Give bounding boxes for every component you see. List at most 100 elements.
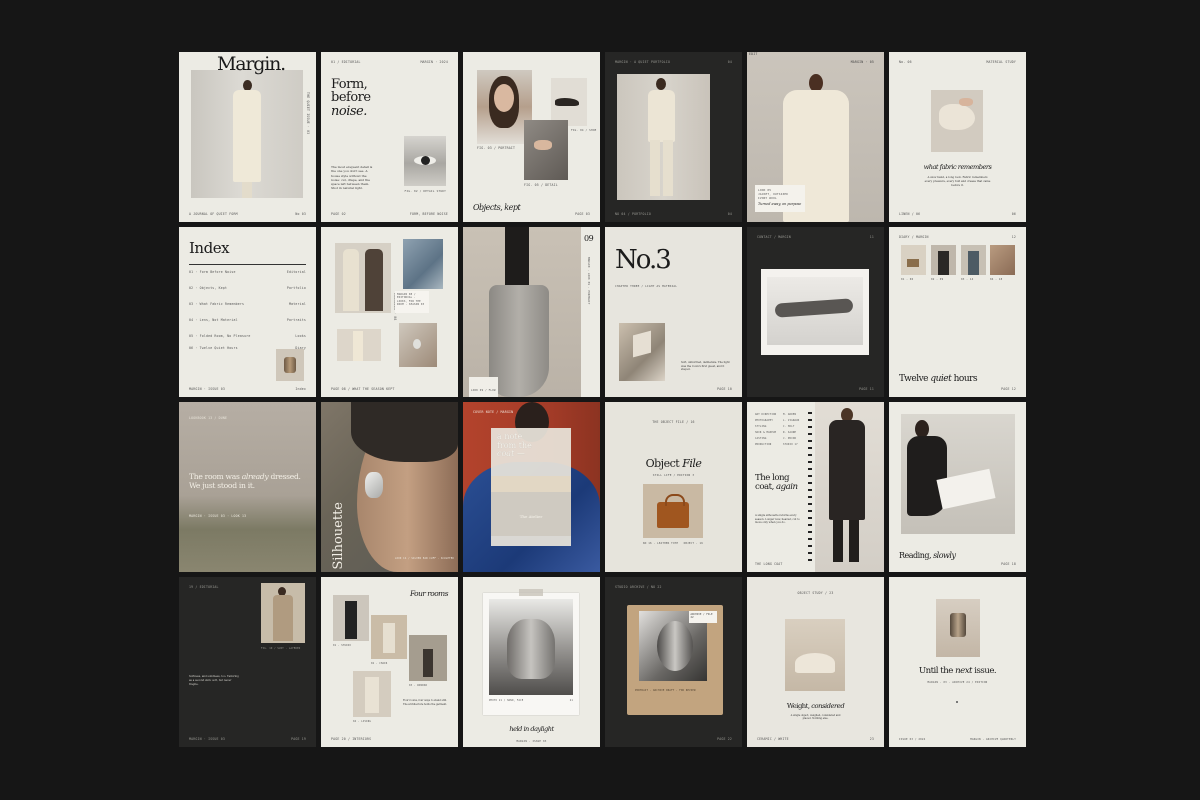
page-index[interactable]: Index 01 · Form Before Noise Editorial 02…	[179, 227, 316, 397]
reading-photo	[901, 414, 1015, 534]
caption: FIG. 19 / SUIT · LAYERED	[261, 647, 301, 650]
page-twelve-hours[interactable]: DIARY / MARGIN 12 01 · 06 02 · 09 03 · 1…	[889, 227, 1026, 397]
headline: Reading, slowly	[899, 551, 956, 560]
footer: PAGE 03	[575, 212, 590, 216]
shadow-photo	[619, 323, 665, 381]
sub-label: STILL LIFE / EDITION 3	[652, 473, 695, 477]
room-caption: 04 · LIVING	[353, 720, 372, 723]
reclining-photo	[761, 269, 869, 355]
index-row[interactable]: 02 · Objects, Kept Portfolio	[189, 286, 306, 291]
frame-caption: 21	[569, 699, 573, 702]
ceramic-photo	[785, 619, 845, 691]
page-editorial-dark[interactable]: 19 / EDITORIAL FIG. 19 / SUIT · LAYERED …	[179, 577, 316, 747]
dot-icon	[956, 701, 958, 703]
page-cover[interactable]: Margin. THE QUIET ISSUE · 03 A JOURNAL O…	[179, 52, 316, 222]
page-dune[interactable]: LOOKBOOK 13 / DUNE The room was already …	[179, 402, 316, 572]
footer-right: MARGIN · ARCHIVE QUARTERLY	[970, 738, 1016, 741]
page-object-file[interactable]: THE OBJECT FILE / 16 Object File STILL L…	[605, 402, 742, 572]
thumb-photo	[901, 245, 926, 275]
page-label: OBJECT STUDY / 23	[797, 591, 834, 595]
suit-photo	[617, 74, 710, 200]
skirt-photo	[463, 227, 581, 397]
cuff-photo	[936, 599, 980, 657]
eye-photo	[404, 136, 446, 186]
caption: FIG. 04 / SHOE	[571, 128, 597, 132]
index-row[interactable]: 05 · Folded Room, No Pleasure Looks	[189, 334, 306, 339]
page-label: STUDIO ARCHIVE / NO 22	[615, 585, 662, 589]
hand-frame: PHOTO 21 / HAND, FACE 21	[483, 593, 579, 715]
headline: Until the next issue.	[918, 666, 997, 676]
footer: MARGIN · ISSUE 03	[516, 740, 547, 743]
footer: PAGE 20 / INTERIORS	[331, 737, 372, 741]
page-lookbook-collage[interactable]: LOOKBOOK · 08 MARGIN 08 / EDITORIAL · LO…	[321, 227, 458, 397]
fabric-photo	[931, 90, 983, 152]
page-held-daylight[interactable]: PHOTO 21 / HAND, FACE 21 held in dayligh…	[463, 577, 600, 747]
footer-left: MARGIN · ISSUE 03	[189, 387, 226, 391]
page-label: CONTACT / MARGIN	[757, 235, 791, 239]
page-silhouette[interactable]: Silhouette LOOK 14 / SILVER EAR CUFF · S…	[321, 402, 458, 572]
page-long-coat[interactable]: ART DIRECTION PHOTOGRAPHY STYLING HAIR &…	[747, 402, 884, 572]
footer-left: CERAMIC / WHITE	[757, 737, 789, 741]
page-reading-slowly[interactable]: Reading, slowly PAGE 18	[889, 402, 1026, 572]
page-label: 01 / EDITORIAL	[331, 60, 361, 64]
room-photo	[371, 615, 407, 659]
index-row[interactable]: 04 · Lens, Not Material Portraits	[189, 318, 306, 323]
body-text: Four rooms, four ways to stand still. Th…	[403, 699, 448, 706]
body-text: A single object, weighed, considered and…	[790, 714, 841, 721]
shoe-photo	[551, 78, 587, 126]
chapter-title: No.3	[615, 245, 672, 275]
note-card: a note from the coat — The Atelier	[491, 428, 571, 546]
page-label: DIARY / MARGIN	[899, 235, 929, 239]
body-text: A slow hand, a long look. Fabric remembe…	[924, 175, 991, 187]
footer-right: 04	[727, 212, 732, 216]
room-caption: 01 · STUDIO	[333, 644, 352, 647]
bag-photo	[643, 484, 703, 538]
body-text: A single silhouette returns every season…	[755, 514, 800, 525]
credit-names: M. ARDEN L. VIGNAUD C. HOLT R. SAUNE J. …	[783, 413, 800, 446]
page-skirt[interactable]: 09 MARGIN · LOOK 09 · PORTRAIT LOOK 09 /…	[463, 227, 600, 397]
index-title: Index	[189, 239, 230, 257]
thumb-caption: 03 · 14	[961, 278, 974, 281]
chapter-sub: CHAPTER THREE / LIGHT AS MATERIAL	[615, 284, 678, 288]
page-contact-dark[interactable]: CONTACT / MARGIN 11 PAGE 11	[747, 227, 884, 397]
page-weight-considered[interactable]: OBJECT STUDY / 23 Weight, considered A s…	[747, 577, 884, 747]
footer: PAGE 08 / WHAT THE SEASON KEPT	[331, 387, 395, 391]
credit-list: ART DIRECTION PHOTOGRAPHY STYLING HAIR &…	[755, 413, 777, 446]
footer-right: FORM, BEFORE NOISE	[409, 212, 448, 216]
headline: Object File	[645, 457, 702, 470]
page-next-issue[interactable]: Until the next issue. MARGIN · 03 · ARCH…	[889, 577, 1026, 747]
page-label: 04	[727, 60, 732, 64]
page-archive-folder[interactable]: STUDIO ARCHIVE / NO 22 PORTRAIT · ARCHIV…	[605, 577, 742, 747]
room-caption: 02 · CHAIR	[371, 662, 388, 665]
duo-photo	[335, 243, 391, 313]
page-portfolio-dark[interactable]: MARGIN · A QUIET PORTFOLIO 04 NO 04 / PO…	[605, 52, 742, 222]
page-objects-kept[interactable]: FIG. 03 / PORTRAIT FIG. 04 / SHOE FIG. 0…	[463, 52, 600, 222]
body-text: Soft, unhurried, deliberate. The light w…	[681, 361, 730, 372]
thumb-caption: 02 · 09	[931, 278, 944, 281]
headline: held in daylight	[509, 725, 554, 733]
footer: PAGE 22	[717, 737, 732, 741]
footer: PAGE 12	[1001, 387, 1016, 391]
room-photo	[353, 671, 391, 717]
page-turned-away[interactable]: EDIT MARGIN · 05 LOOK 05 JACKET, OUTSIZE…	[747, 52, 884, 222]
folder-tab[interactable]: ARCHIVE / FILE 22	[689, 611, 717, 623]
cover-footer-right: No 03	[295, 212, 306, 216]
thumb-caption: 04 · 18	[990, 278, 1003, 281]
page-chapter-three[interactable]: No.3 CHAPTER THREE / LIGHT AS MATERIAL S…	[605, 227, 742, 397]
thumb-photo	[990, 245, 1015, 275]
footer: MARGIN · ISSUE 03 · LOOK 13	[189, 514, 247, 518]
index-row[interactable]: 01 · Form Before Noise Editorial	[189, 270, 306, 275]
footer-left: MARGIN · ISSUE 03	[189, 737, 226, 741]
page-fabric[interactable]: No. 06 MATERIAL STUDY what fabric rememb…	[889, 52, 1026, 222]
detail-photo	[524, 120, 568, 180]
page-form-before-noise[interactable]: 01 / EDITORIAL MARGIN · 2024 Form, befor…	[321, 52, 458, 222]
page-note-from-coat[interactable]: COVER NOTE / MARGIN a note from the coat…	[463, 402, 600, 572]
page-label: No. 06	[899, 60, 912, 64]
caption-tag: LOOK 09 / FLOW	[469, 377, 498, 397]
page-four-rooms[interactable]: Four rooms 01 · STUDIO 02 · CHAIR 03 · W…	[321, 577, 458, 747]
headline: The long coat, again	[755, 473, 798, 492]
index-row[interactable]: 03 · What Fabric Remembers Material	[189, 302, 306, 307]
headline: Objects, kept	[473, 202, 521, 212]
earring-shape	[365, 472, 383, 498]
body-text: Softness, and solidness, too. Tailoring …	[189, 675, 239, 686]
